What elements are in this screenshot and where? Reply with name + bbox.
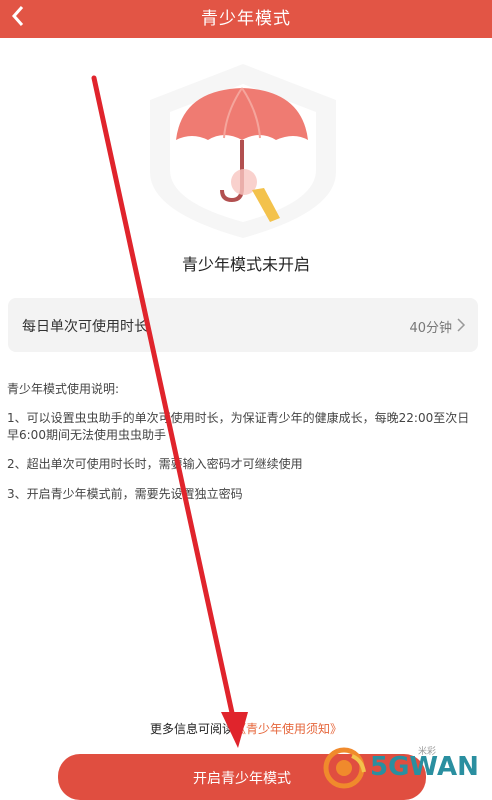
watermark-text: 5GWAN xyxy=(370,752,479,782)
chevron-right-icon xyxy=(457,318,466,332)
time-limit-row[interactable]: 每日单次可使用时长 40分钟 xyxy=(8,298,478,352)
instruction-item: 3、开启青少年模式前，需要先设置独立密码 xyxy=(7,487,243,501)
time-limit-value: 40分钟 xyxy=(409,321,452,336)
time-limit-label: 每日单次可使用时长 xyxy=(22,319,148,335)
youth-notice-link[interactable]: 《青少年使用须知》 xyxy=(234,722,342,736)
footer-note-prefix: 更多信息可阅读 xyxy=(149,722,234,736)
watermark-logo-icon xyxy=(323,747,366,789)
status-text: 青少年模式未开启 xyxy=(181,255,310,274)
instructions-title: 青少年模式使用说明: xyxy=(7,382,120,396)
page-title: 青少年模式 xyxy=(201,9,291,29)
header-bar: 青少年模式 xyxy=(0,0,492,38)
watermark-logo: 米彩 5GWAN xyxy=(322,746,488,792)
umbrella-illustration xyxy=(140,62,346,238)
instruction-item: 1、可以设置虫虫助手的单次可使用时长，为保证青少年的健康成长，每晚22:00至次… xyxy=(7,411,470,442)
instruction-item: 2、超出单次可使用时长时，需要输入密码才可继续使用 xyxy=(7,457,303,471)
footer-note: 更多信息可阅读《青少年使用须知》 xyxy=(0,720,492,737)
